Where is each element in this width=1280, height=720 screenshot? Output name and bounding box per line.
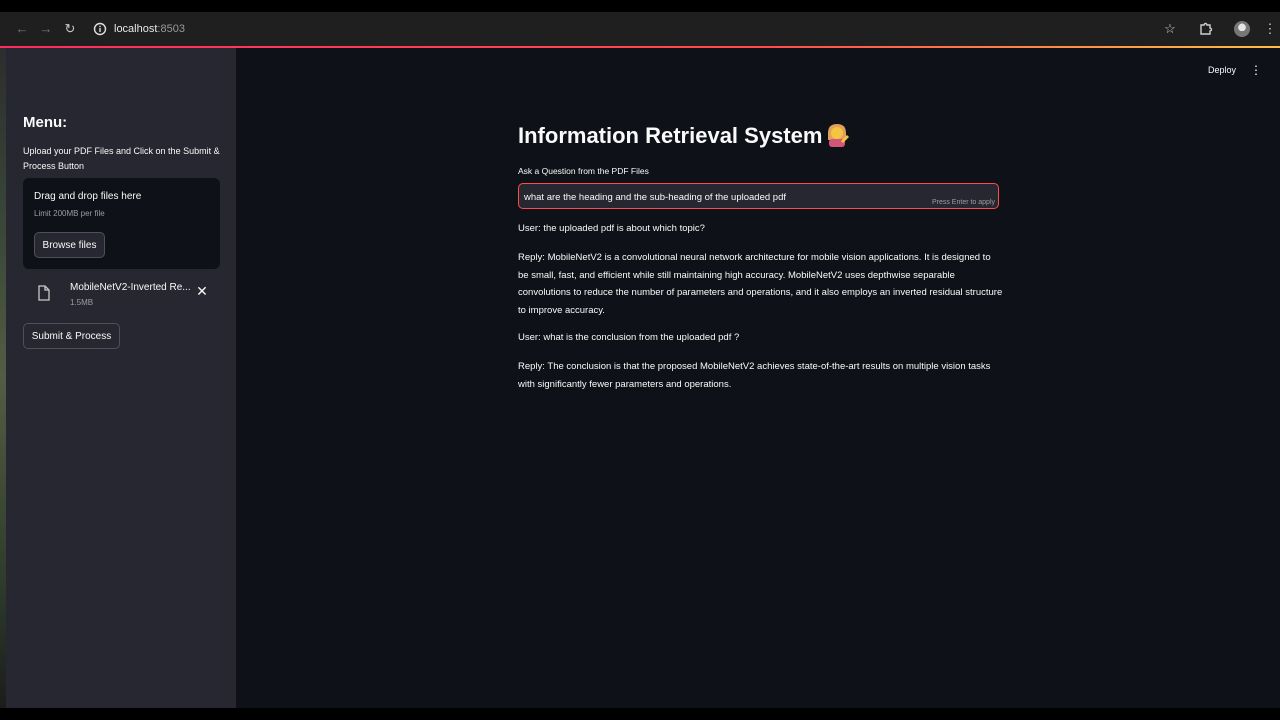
file-icon [38,285,50,301]
browser-toolbar: ← → ↻ localhost:8503 ☆ ⋮ [0,12,1280,46]
extensions-icon[interactable] [1195,19,1215,39]
chat-reply-message: Reply: MobileNetV2 is a convolutional ne… [518,252,1003,317]
bookmark-star-icon[interactable]: ☆ [1160,19,1180,39]
press-enter-hint: Press Enter to apply [931,199,995,206]
site-info-icon[interactable] [92,21,108,37]
sidebar-menu-title: Menu: [23,114,68,131]
browse-files-button[interactable]: Browse files [34,232,105,258]
uploaded-file-name: MobileNetV2-Inverted Re... [70,282,191,293]
file-dropzone[interactable]: Drag and drop files here Limit 200MB per… [23,178,220,269]
forward-arrow-icon[interactable]: → [36,19,56,39]
woman-tipping-hand-icon [828,124,850,147]
screen: ← → ↻ localhost:8503 ☆ ⋮ Menu: Upload yo… [0,0,1280,720]
question-input-box: Press Enter to apply [518,183,999,209]
uploaded-file-item: MobileNetV2-Inverted Re... 1.5MB ✕ [23,280,220,312]
profile-avatar-icon[interactable] [1234,21,1250,37]
dropzone-title: Drag and drop files here [34,191,142,202]
url-host: localhost [114,23,158,35]
page-title-text: Information Retrieval System [518,123,823,148]
main-menu-icon[interactable]: ⋮ [1250,62,1262,78]
upload-help-text: Upload your PDF Files and Click on the S… [23,146,220,171]
address-bar[interactable]: localhost:8503 [114,22,185,36]
page-title: Information Retrieval System [518,122,850,149]
deploy-button[interactable]: Deploy [1208,62,1236,78]
question-label: Ask a Question from the PDF Files [518,166,649,176]
chat-user-message: User: the uploaded pdf is about which to… [518,223,705,234]
chat-user-message: User: what is the conclusion from the up… [518,332,740,343]
url-port: :8503 [157,23,185,35]
reload-icon[interactable]: ↻ [60,19,80,39]
uploaded-file-size: 1.5MB [70,298,94,307]
chat-reply-message: Reply: The conclusion is that the propos… [518,361,991,390]
submit-process-button[interactable]: Submit & Process [23,323,120,349]
close-icon[interactable]: ✕ [195,284,209,298]
screen-bottom-edge [0,708,1280,720]
question-input[interactable] [524,189,924,205]
dropzone-limit: Limit 200MB per file [34,209,105,218]
back-arrow-icon[interactable]: ← [12,19,32,39]
browser-menu-icon[interactable]: ⋮ [1260,19,1280,39]
